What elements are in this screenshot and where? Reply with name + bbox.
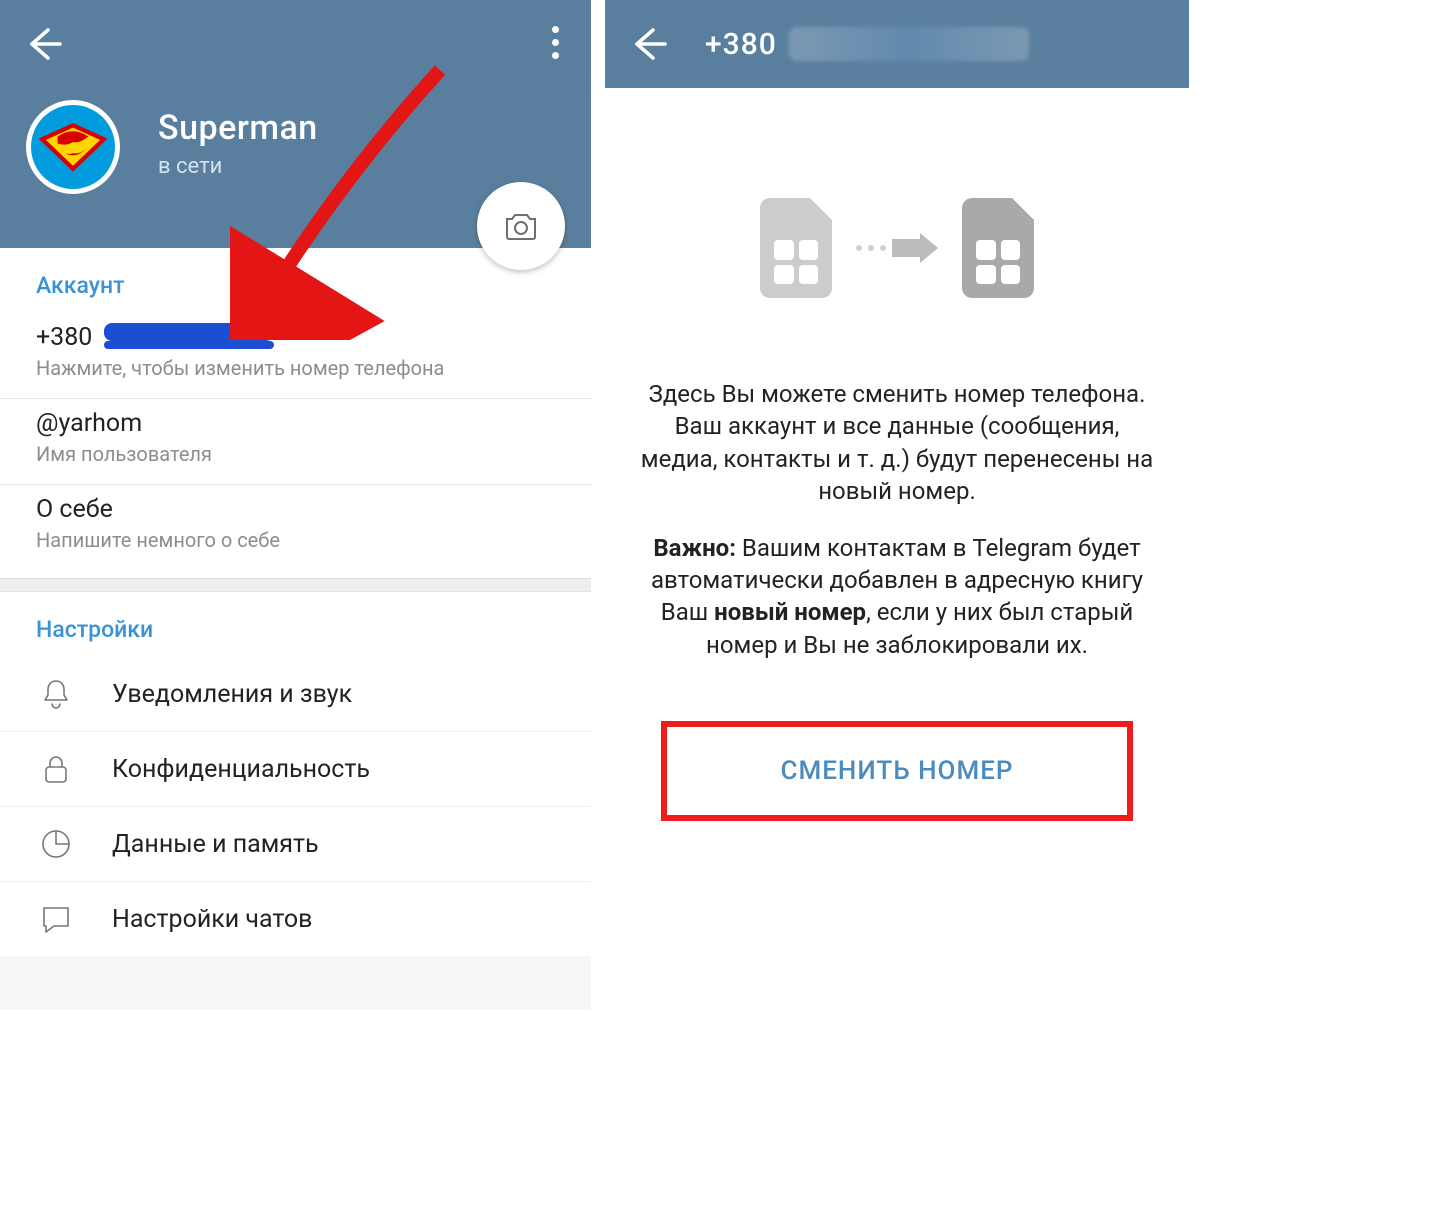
- pie-chart-icon: [36, 827, 76, 861]
- avatar-image: [31, 105, 115, 189]
- section-divider: [0, 578, 591, 592]
- settings-section-title: Настройки: [0, 592, 591, 657]
- change-number-screen: +380 Здесь Вы можете сменить номер телеф…: [605, 0, 1189, 1010]
- chat-icon: [36, 902, 76, 936]
- change-number-description: Здесь Вы можете сменить номер телефона. …: [605, 378, 1189, 661]
- change-number-button[interactable]: СМЕНИТЬ НОМЕР: [661, 721, 1133, 821]
- description-paragraph-1: Здесь Вы можете сменить номер телефона. …: [635, 378, 1159, 508]
- settings-data-storage[interactable]: Данные и память: [0, 807, 591, 882]
- online-status: в сети: [158, 154, 222, 179]
- more-menu-button[interactable]: [533, 20, 577, 64]
- settings-section: Настройки Уведомления и звук Конфиденциа…: [0, 592, 591, 956]
- settings-item-label: Конфиденциальность: [112, 755, 370, 784]
- about-row[interactable]: О себе Напишите немного о себе: [0, 485, 591, 570]
- bell-icon: [36, 677, 76, 711]
- about-hint: Напишите немного о себе: [36, 528, 555, 552]
- username-hint: Имя пользователя: [36, 442, 555, 466]
- phone-hint: Нажмите, чтобы изменить номер телефона: [36, 356, 555, 380]
- back-button[interactable]: [625, 22, 669, 66]
- sim-new-icon: [962, 198, 1034, 298]
- username-value: @yarhom: [36, 409, 555, 438]
- title-phone-prefix: +380: [705, 27, 777, 62]
- avatar[interactable]: [26, 100, 120, 194]
- settings-item-label: Уведомления и звук: [112, 680, 352, 709]
- back-button[interactable]: [20, 22, 64, 66]
- settings-item-label: Настройки чатов: [112, 905, 312, 934]
- settings-privacy[interactable]: Конфиденциальность: [0, 732, 591, 807]
- phone-redacted: [104, 325, 274, 351]
- sim-old-icon: [760, 198, 832, 298]
- settings-item-label: Данные и память: [112, 830, 319, 859]
- description-paragraph-2: Важно: Вашим контактам в Telegram будет …: [635, 532, 1159, 662]
- settings-chat-settings[interactable]: Настройки чатов: [0, 882, 591, 956]
- change-number-header: +380: [605, 0, 1189, 88]
- change-number-button-label: СМЕНИТЬ НОМЕР: [781, 756, 1014, 786]
- transfer-arrow-icon: [856, 233, 938, 263]
- account-section: Аккаунт +380 Нажмите, чтобы изменить ном…: [0, 248, 591, 578]
- username-row[interactable]: @yarhom Имя пользователя: [0, 399, 591, 485]
- settings-notifications[interactable]: Уведомления и звук: [0, 657, 591, 732]
- phone-number-row[interactable]: +380 Нажмите, чтобы изменить номер телеф…: [0, 313, 591, 399]
- about-label: О себе: [36, 495, 555, 524]
- profile-header: Superman в сети: [0, 0, 591, 248]
- sim-transfer-graphic: [605, 88, 1189, 378]
- change-photo-button[interactable]: [477, 182, 565, 270]
- display-name: Superman: [158, 108, 318, 148]
- title-phone-redacted: [789, 27, 1029, 61]
- settings-profile-screen: Superman в сети Аккаунт +380 Нажмите, чт: [0, 0, 591, 1010]
- lock-icon: [36, 752, 76, 786]
- header-title: +380: [705, 27, 1029, 62]
- phone-prefix: +380: [36, 323, 92, 352]
